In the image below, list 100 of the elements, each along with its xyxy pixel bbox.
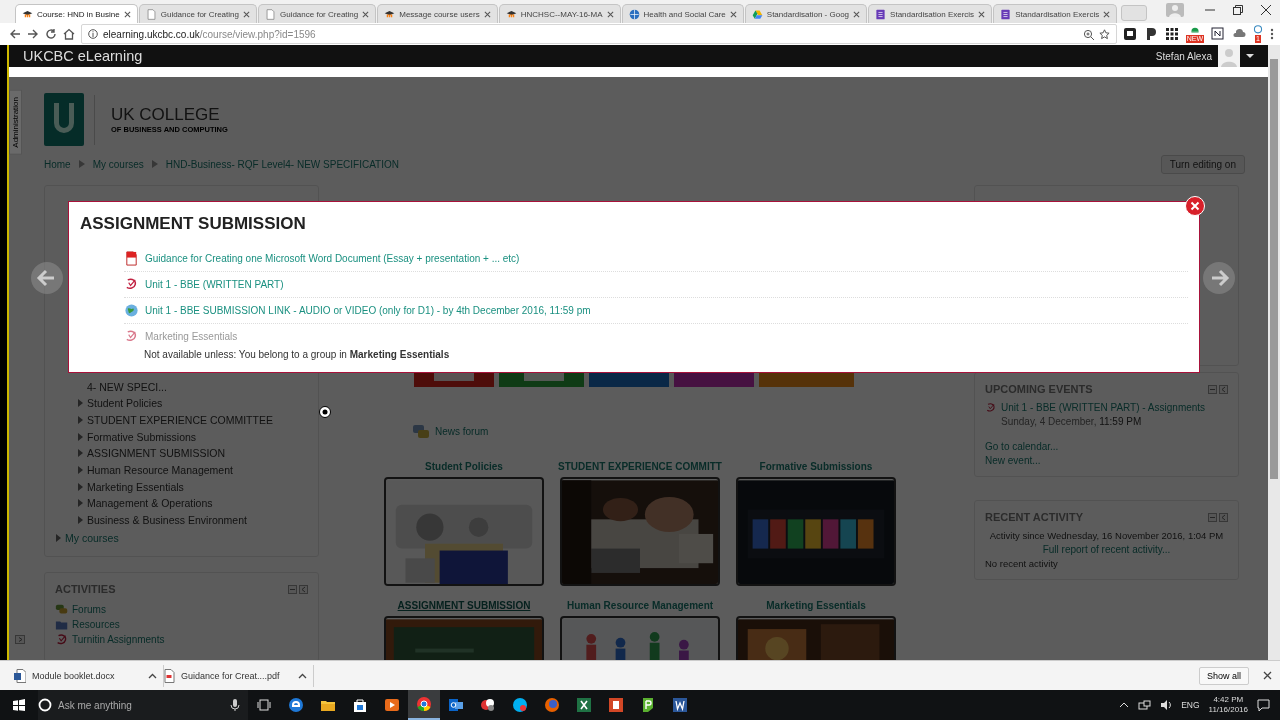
browser-tab[interactable]: Standardisation Exercis: [993, 4, 1118, 23]
page-icon: [145, 8, 157, 20]
curl-icon: [124, 277, 139, 292]
section-title-link[interactable]: Student Policies: [425, 461, 503, 475]
form-icon: [1000, 8, 1012, 20]
menu-icon[interactable]: [1270, 28, 1274, 40]
browser-tab[interactable]: HNCHSC--MAY-16-MA: [498, 4, 621, 23]
address-bar[interactable]: elearning.ukcbc.co.uk/course/view.php?id=1596: [81, 24, 1117, 44]
square-icon[interactable]: [1122, 27, 1137, 41]
section-link[interactable]: Business & Business Environment: [87, 514, 247, 527]
close-icon[interactable]: [729, 10, 737, 18]
forward-icon[interactable]: [27, 28, 39, 40]
ring-icon[interactable]: [1253, 25, 1263, 35]
notification-icon[interactable]: [1257, 698, 1270, 712]
close-icon[interactable]: [1263, 671, 1272, 680]
caret-icon[interactable]: [148, 672, 157, 679]
browser-tab[interactable]: Message course users: [377, 4, 498, 23]
speaker-icon[interactable]: [1160, 699, 1173, 711]
user-name[interactable]: Stefan Alexa: [1155, 50, 1212, 62]
search-field[interactable]: Ask me anything: [38, 690, 248, 720]
form-icon: [875, 8, 887, 20]
calendar-link[interactable]: Go to calendar...: [985, 441, 1228, 452]
section-link[interactable]: Marketing Essentials: [87, 480, 184, 493]
full-report-link[interactable]: Full report of recent activity...: [985, 544, 1228, 555]
document-icon: [672, 697, 688, 713]
language-indicator[interactable]: ENG: [1181, 700, 1200, 710]
administration-tab[interactable]: Administration: [9, 90, 22, 155]
close-icon[interactable]: [123, 10, 131, 18]
close-icon[interactable]: [853, 10, 861, 18]
grid-icon[interactable]: [1164, 27, 1179, 41]
close-icon[interactable]: [1261, 5, 1271, 15]
browser-tab[interactable]: Guidance for Creating: [257, 4, 377, 23]
restore-icon[interactable]: [1233, 5, 1243, 15]
dome-icon[interactable]: [1189, 25, 1200, 35]
calendar-link[interactable]: New event...: [985, 455, 1228, 466]
close-icon[interactable]: [483, 10, 491, 18]
close-icon[interactable]: [1103, 10, 1111, 18]
show-all-button[interactable]: Show all: [1198, 666, 1249, 685]
microphone-icon[interactable]: [230, 699, 240, 711]
section-link[interactable]: ASSIGNMENT SUBMISSION: [87, 447, 226, 460]
breadcrumb-link[interactable]: HND-Business- RQF Level4- NEW SPECIFICATION: [165, 158, 399, 170]
my-courses-link[interactable]: My courses: [65, 531, 119, 544]
zoom-icon[interactable]: [1082, 28, 1094, 40]
bubble-icon: [512, 697, 528, 713]
section-title-link[interactable]: Marketing Essentials: [766, 600, 866, 614]
event-link[interactable]: Unit 1 - BBE (WRITTEN PART) - Assignments: [1001, 402, 1206, 414]
section-title-link[interactable]: STUDENT EXPERIENCE COMMITT: [558, 461, 722, 475]
clock[interactable]: 4:42 PM 11/16/2016: [1208, 695, 1248, 715]
star-icon[interactable]: [1098, 28, 1110, 40]
breadcrumb-link[interactable]: My courses: [92, 158, 144, 170]
close-icon[interactable]: [242, 10, 250, 18]
browser-tab[interactable]: Course: HND in Busine: [15, 4, 138, 23]
site-title[interactable]: UKCBC eLearning: [23, 48, 1150, 64]
section-link[interactable]: STUDENT EXPERIENCE COMMITTEE: [87, 414, 273, 427]
section-link[interactable]: Formative Submissions: [87, 430, 197, 443]
u-logo-icon: [44, 93, 84, 146]
activity-link[interactable]: Forums: [72, 604, 106, 615]
news-forum-link[interactable]: News forum: [435, 425, 489, 437]
globe-icon: [628, 8, 640, 20]
browser-tab[interactable]: Standardisation - Goog: [744, 4, 868, 23]
activity-link[interactable]: Unit 1 - BBE SUBMISSION LINK - AUDIO or VIDEO (only for D1) - by 4th December 2016, 11:59 pm: [145, 305, 591, 316]
caret-icon[interactable]: [298, 672, 307, 679]
close-icon[interactable]: [606, 10, 614, 18]
start-icon[interactable]: [13, 699, 25, 711]
caret-icon[interactable]: [1246, 54, 1254, 58]
browser-tab[interactable]: Health and Social Care: [621, 4, 744, 23]
ring-icon: [416, 696, 432, 712]
section-title-link[interactable]: Human Resource Management: [566, 600, 714, 614]
browser-tab[interactable]: Standardisation Exercis: [868, 4, 993, 23]
activity-link[interactable]: Resources: [72, 619, 120, 630]
section-link[interactable]: Student Policies: [87, 397, 163, 410]
reload-icon[interactable]: [45, 28, 57, 40]
close-icon[interactable]: [362, 10, 370, 18]
section-link[interactable]: Human Resource Management: [87, 464, 233, 477]
task-view-icon[interactable]: [257, 699, 271, 711]
breadcrumb-link[interactable]: Home: [44, 158, 71, 170]
network-icon[interactable]: [1138, 699, 1152, 711]
taskbar-button[interactable]: [408, 690, 440, 720]
browser-tab[interactable]: Guidance for Creating: [138, 4, 257, 23]
course-link[interactable]: 4- NEW SPECI...: [55, 380, 287, 395]
activity-link[interactable]: Turnitin Assignments: [72, 634, 165, 645]
scrollbar-thumb[interactable]: [1270, 59, 1278, 479]
section-link[interactable]: Management & Operations: [87, 497, 213, 510]
hat-icon: [22, 8, 33, 20]
edit-mode-button[interactable]: Turn editing on: [1160, 154, 1245, 174]
close-icon[interactable]: [978, 10, 986, 18]
section-title-link[interactable]: ASSIGNMENT SUBMISSION: [397, 600, 531, 614]
activity-link[interactable]: Guidance for Creating one Microsoft Word Document (Essay + presentation + ... etc): [145, 253, 520, 264]
back-icon[interactable]: [9, 28, 21, 40]
box-icon[interactable]: [1211, 27, 1225, 41]
download-item[interactable]: Guidance for Creat....pdf: [164, 664, 314, 687]
section-title-link[interactable]: Formative Submissions: [759, 461, 873, 475]
slides-icon: [608, 697, 624, 713]
activity-link[interactable]: Unit 1 - BBE (WRITTEN PART): [145, 279, 284, 290]
chevron-up-icon[interactable]: [1119, 701, 1130, 709]
home-icon[interactable]: [63, 28, 75, 40]
move-cursor-icon: [319, 406, 331, 418]
download-item[interactable]: Module booklet.docx: [14, 664, 164, 687]
fox-globe-icon: [544, 697, 560, 713]
close-button[interactable]: [1185, 196, 1205, 216]
